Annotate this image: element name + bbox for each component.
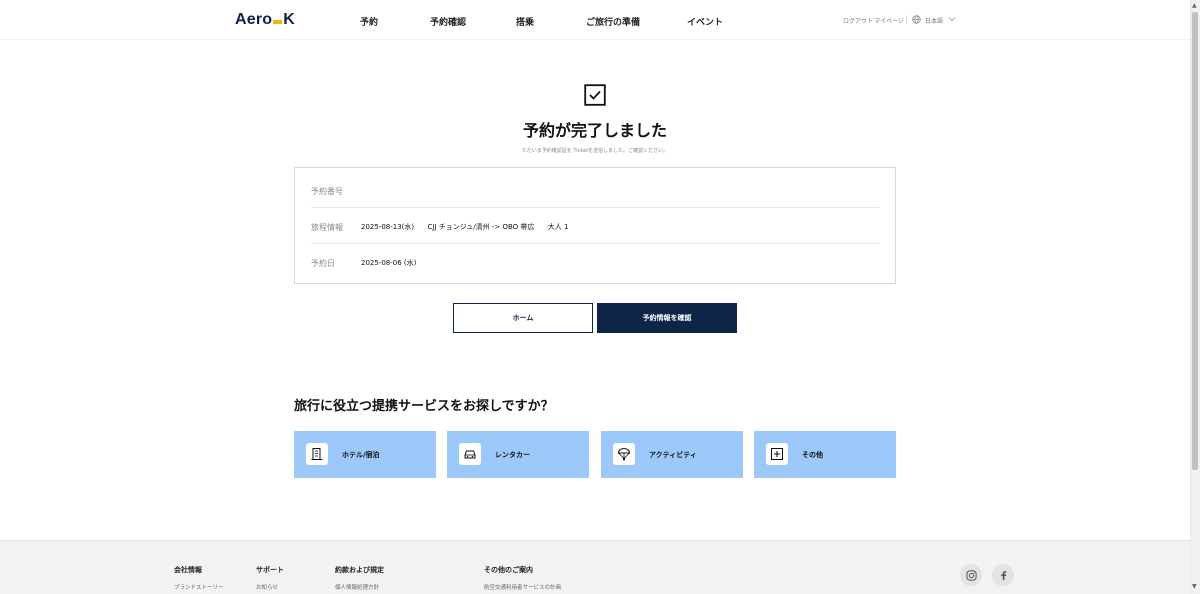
parachute-icon (617, 448, 631, 461)
footer-link-brand-story[interactable]: ブランドストーリー (174, 583, 224, 591)
nav-boarding[interactable]: 搭乗 (516, 15, 534, 28)
language-selector[interactable]: 日本語 (925, 16, 943, 25)
nav-reservation[interactable]: 予約 (360, 15, 378, 28)
footer-link-notices[interactable]: お知らせ (256, 583, 278, 591)
footer-link-service-plan[interactable]: 航空交通利用者サービスの計画 (484, 583, 561, 591)
partner-card-rental-car[interactable]: レンタカー (447, 431, 589, 478)
facebook-button[interactable] (992, 564, 1014, 586)
scroll-down-arrow-icon[interactable]: ▼ (1192, 583, 1197, 590)
aerok-logo[interactable]: Aero K (235, 11, 295, 29)
partner-services-heading: 旅行に役立つ提携サービスをお探しですか？ (294, 399, 554, 414)
nav-events[interactable]: イベント (687, 15, 723, 28)
footer-heading-support: サポート (256, 566, 284, 574)
car-icon (464, 450, 476, 459)
reservation-number-row: 予約番号 (311, 172, 879, 208)
partner-card-other[interactable]: その他 (754, 431, 896, 478)
home-button[interactable]: ホーム (453, 303, 593, 333)
instagram-button[interactable] (960, 564, 982, 586)
partner-card-label: アクティビティ (649, 451, 697, 459)
facebook-icon (1000, 570, 1006, 580)
mypage-link[interactable]: マイページ (874, 16, 904, 25)
plus-box-icon (771, 448, 783, 460)
nav-reservation-check[interactable]: 予約確認 (430, 15, 466, 28)
scroll-up-arrow-icon[interactable]: ▲ (1192, 2, 1197, 9)
confirmation-note: ただいま予約確認証を Ticketを送信しました。ご確認ください。 (521, 148, 669, 154)
logout-link[interactable]: ログアウト (843, 16, 873, 25)
logo-accent-mark (273, 20, 283, 24)
checkbox-checked-icon (584, 84, 606, 106)
logo-text-left: Aero (235, 11, 273, 28)
partner-card-hotel[interactable]: ホテル/宿泊 (294, 431, 436, 478)
footer-link-privacy[interactable]: 個人情報処理方針 (335, 583, 379, 591)
chevron-down-icon[interactable] (948, 15, 956, 23)
utility-divider (906, 15, 907, 24)
nav-travel-prep[interactable]: ご旅行の準備 (586, 15, 640, 28)
reservation-date-row: 予約日 2025-08-06 (水) (311, 244, 879, 280)
reservation-number-label: 予約番号 (311, 187, 343, 196)
logo-text-right: K (283, 11, 296, 28)
itinerary-value: 2025-08-13(水) CJJ チョンジュ/清州 -> OBO 帯広 大人 … (361, 223, 569, 231)
reservation-details-box: 予約番号 旅程情報 2025-08-13(水) CJJ チョンジュ/清州 -> … (294, 167, 896, 284)
hotel-icon (311, 448, 323, 460)
page-title: 予約が完了しました (522, 121, 667, 140)
confirm-reservation-button[interactable]: 予約情報を確認 (597, 303, 737, 333)
itinerary-row: 旅程情報 2025-08-13(水) CJJ チョンジュ/清州 -> OBO 帯… (311, 208, 879, 244)
globe-icon[interactable] (912, 15, 921, 24)
partner-card-label: ホテル/宿泊 (342, 451, 380, 459)
itinerary-label: 旅程情報 (311, 223, 343, 232)
scrollbar-thumb[interactable] (1192, 12, 1198, 470)
reservation-date-label: 予約日 (311, 259, 335, 268)
partner-card-label: レンタカー (495, 451, 530, 459)
reservation-date-value: 2025-08-06 (水) (361, 259, 417, 267)
footer-heading-company: 会社情報 (174, 566, 202, 574)
footer-heading-other: その他のご案内 (484, 566, 533, 574)
instagram-icon (965, 569, 977, 581)
partner-card-label: その他 (802, 451, 823, 459)
footer-heading-terms: 約款および規定 (335, 566, 384, 574)
partner-card-activity[interactable]: アクティビティ (601, 431, 743, 478)
